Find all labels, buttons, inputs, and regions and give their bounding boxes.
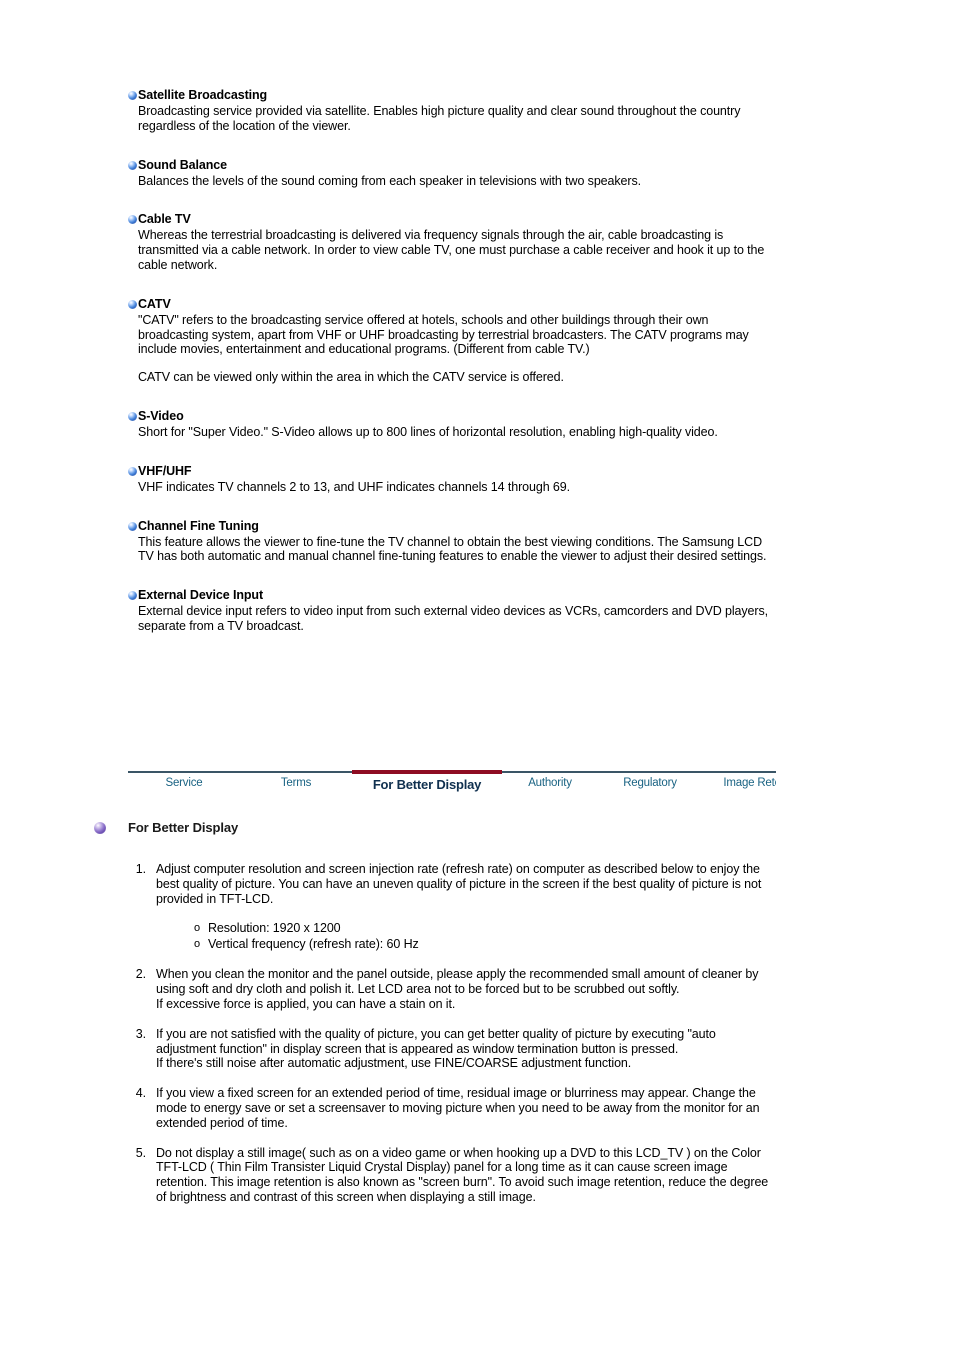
- glossary-term-title: CATV: [138, 296, 171, 311]
- list-item-number: 1.: [135, 862, 146, 876]
- glossary-term: External Device Input External device inp…: [128, 588, 776, 634]
- glossary-term-title: Satellite Broadcasting: [138, 88, 268, 102]
- tab-label: For Better Display: [372, 777, 482, 792]
- bullet-sphere-icon: [128, 91, 137, 100]
- glossary-term-header: VHF/UHF: [128, 464, 776, 479]
- tab-label: Service: [165, 777, 203, 789]
- glossary-paragraph: External device input refers to video in…: [138, 604, 768, 633]
- tab-service[interactable]: Service: [128, 768, 240, 789]
- glossary-term-title: Cable TV: [138, 212, 191, 227]
- list-item-paragraph: Do not display a still image( such as on…: [156, 1145, 769, 1204]
- glossary-term: Sound Balance Balances the levels of the …: [128, 158, 776, 189]
- list-item-paragraph: If you are not satisfied with the qualit…: [156, 1026, 716, 1056]
- glossary-term-body: Whereas the terrestrial broadcasting is …: [138, 228, 776, 272]
- spec-sublist-item: Resolution: 1920 x 1200: [192, 920, 776, 936]
- glossary-term: CATV "CATV" refers to the broadcasting se…: [128, 297, 776, 385]
- list-item: 4. If you view a fixed screen for an exte…: [128, 1086, 776, 1130]
- glossary-paragraph: Short for "Super Video." S-Video allows …: [138, 424, 718, 439]
- glossary-term: VHF/UHF VHF indicates TV channels 2 to 13…: [128, 464, 776, 495]
- list-item-text: Adjust computer resolution and screen in…: [156, 862, 776, 952]
- section-bullet-icon: [94, 821, 106, 834]
- tab-regulatory[interactable]: Regulatory: [598, 768, 702, 789]
- glossary-term-header: Channel Fine Tuning: [128, 519, 776, 534]
- section-header: For Better Display: [94, 820, 238, 835]
- tab-list: Service Terms For Better Display Authority R…: [128, 768, 776, 798]
- glossary-term-body: External device input refers to video in…: [138, 604, 776, 634]
- list-item-paragraph: Adjust computer resolution and screen in…: [156, 862, 762, 906]
- glossary-term-header: External Device Input: [128, 588, 776, 603]
- glossary-term-body: Broadcasting service provided via satell…: [138, 104, 776, 134]
- tab-terms[interactable]: Terms: [240, 768, 352, 789]
- list-item-number: 5.: [135, 1145, 146, 1160]
- spec-sublist: Resolution: 1920 x 1200Vertical frequenc…: [192, 920, 776, 952]
- bullet-sphere-icon: [128, 411, 137, 421]
- tab-navigation: Service Terms For Better Display Authority R…: [128, 768, 776, 798]
- bullet-sphere-icon: [128, 299, 137, 309]
- tab-label: Image Retention Free: [723, 777, 776, 789]
- glossary-term-body: VHF indicates TV channels 2 to 13, and U…: [138, 480, 776, 495]
- glossary-term-header: Sound Balance: [128, 158, 776, 173]
- glossary-term-title: VHF/UHF: [138, 463, 192, 478]
- glossary-term: Cable TV Whereas the terrestrial broadcas…: [128, 212, 776, 272]
- glossary-paragraph: Broadcasting service provided via satell…: [138, 104, 741, 133]
- better-display-list: 1. Adjust computer resolution and screen …: [128, 862, 776, 1205]
- list-item: 1. Adjust computer resolution and screen …: [128, 862, 776, 952]
- glossary-term-header: Cable TV: [128, 212, 776, 227]
- active-tab-indicator: [352, 770, 502, 774]
- glossary-term: Satellite Broadcasting Broadcasting servi…: [128, 88, 776, 134]
- tab-for-better-display[interactable]: For Better Display: [352, 768, 502, 792]
- glossary-term-title: S-Video: [138, 408, 184, 423]
- list-item: 3. If you are not satisfied with the qual…: [128, 1027, 776, 1071]
- page-title: For Better Display: [128, 820, 239, 835]
- list-item-number: 2.: [135, 967, 146, 982]
- glossary-term-title: External Device Input: [138, 588, 264, 603]
- spec-sublist-item: Vertical frequency (refresh rate): 60 Hz: [192, 936, 776, 952]
- glossary-term: S-Video Short for "Super Video." S-Video …: [128, 409, 776, 440]
- bullet-sphere-icon: [128, 215, 137, 225]
- glossary-term-title: Channel Fine Tuning: [138, 518, 259, 533]
- bullet-sphere-icon: [128, 466, 137, 476]
- bullet-sphere-icon: [128, 591, 137, 601]
- list-item-text: If you view a fixed screen for an extend…: [156, 1086, 776, 1130]
- glossary-term-title: Sound Balance: [138, 157, 227, 172]
- list-item-text: Do not display a still image( such as on…: [156, 1146, 776, 1205]
- glossary-term-header: S-Video: [128, 409, 776, 424]
- tab-label: Terms: [280, 777, 312, 789]
- bullet-sphere-icon: [128, 160, 137, 170]
- glossary-paragraph: This feature allows the viewer to fine-t…: [138, 534, 767, 564]
- list-item-number: 4.: [135, 1086, 146, 1101]
- glossary-term-body: Balances the levels of the sound coming …: [138, 174, 776, 189]
- list-item-paragraph: When you clean the monitor and the panel…: [156, 967, 759, 997]
- list-item: 5. Do not display a still image( such as …: [128, 1146, 776, 1205]
- list-item: 2. When you clean the monitor and the pan…: [128, 967, 776, 1011]
- tab-image-retention-free[interactable]: Image Retention Free: [702, 768, 776, 789]
- glossary-term-body: This feature allows the viewer to fine-t…: [138, 535, 776, 565]
- glossary-term-header: Satellite Broadcasting: [128, 88, 776, 103]
- list-item-number: 3.: [135, 1026, 146, 1041]
- glossary-term-body: Short for "Super Video." S-Video allows …: [138, 425, 776, 440]
- glossary-term-header: CATV: [128, 297, 776, 312]
- tab-authority[interactable]: Authority: [502, 768, 598, 789]
- bullet-sphere-icon: [128, 521, 137, 531]
- glossary-paragraph: Balances the levels of the sound coming …: [138, 173, 641, 188]
- list-item-paragraph: If excessive force is applied, you can h…: [156, 996, 456, 1011]
- glossary-term: Channel Fine Tuning This feature allows t…: [128, 519, 776, 565]
- list-item-text: If you are not satisfied with the qualit…: [156, 1027, 776, 1071]
- glossary-paragraph: CATV can be viewed only within the area …: [138, 370, 564, 385]
- glossary-section: Satellite Broadcasting Broadcasting servi…: [128, 88, 776, 634]
- glossary-paragraph: "CATV" refers to the broadcasting servic…: [138, 312, 749, 357]
- glossary-term-body: "CATV" refers to the broadcasting servic…: [138, 313, 776, 385]
- list-item-paragraph: If you view a fixed screen for an extend…: [156, 1086, 760, 1130]
- glossary-paragraph: Whereas the terrestrial broadcasting is …: [138, 228, 765, 272]
- glossary-paragraph: VHF indicates TV channels 2 to 13, and U…: [138, 479, 571, 494]
- tab-label: Regulatory: [623, 777, 677, 789]
- tab-label: Authority: [528, 777, 572, 789]
- list-item-paragraph: If there's still noise after automatic a…: [156, 1056, 632, 1071]
- list-item-text: When you clean the monitor and the panel…: [156, 967, 776, 1011]
